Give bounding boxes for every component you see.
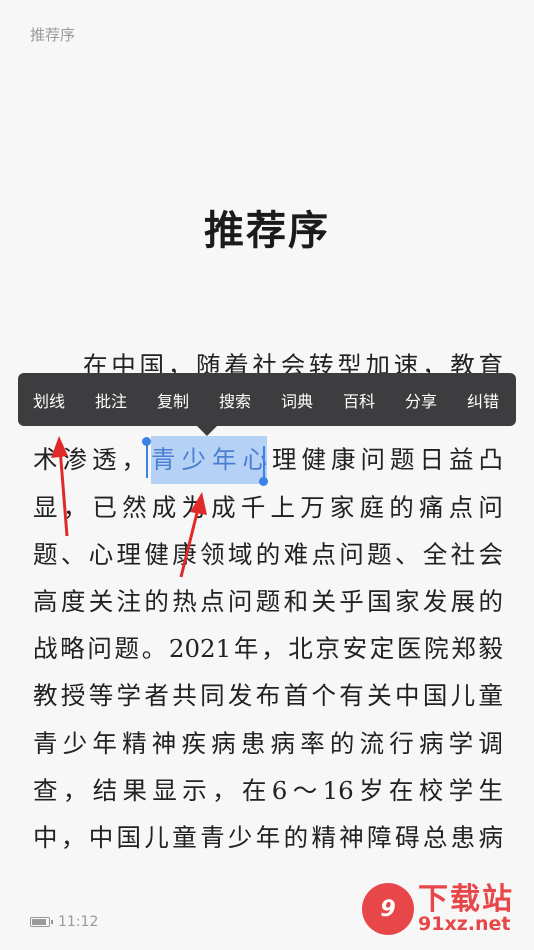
battery-fill (32, 919, 47, 925)
site-watermark: 9 下载站 91xz.net (362, 883, 514, 935)
annotation-arrow-left-icon (51, 436, 69, 537)
reader-status-bar: 11:12 (30, 914, 98, 930)
watermark-logo-icon: 9 (362, 883, 414, 935)
watermark-text: 下载站 91xz.net (418, 881, 514, 935)
watermark-url: 91xz.net (418, 912, 511, 935)
annotation-arrows (51, 436, 207, 578)
watermark-brand: 下载站 (418, 881, 514, 917)
battery-icon (30, 917, 53, 927)
status-time: 11:12 (58, 914, 99, 930)
annotation-arrow-right-icon (179, 492, 207, 578)
